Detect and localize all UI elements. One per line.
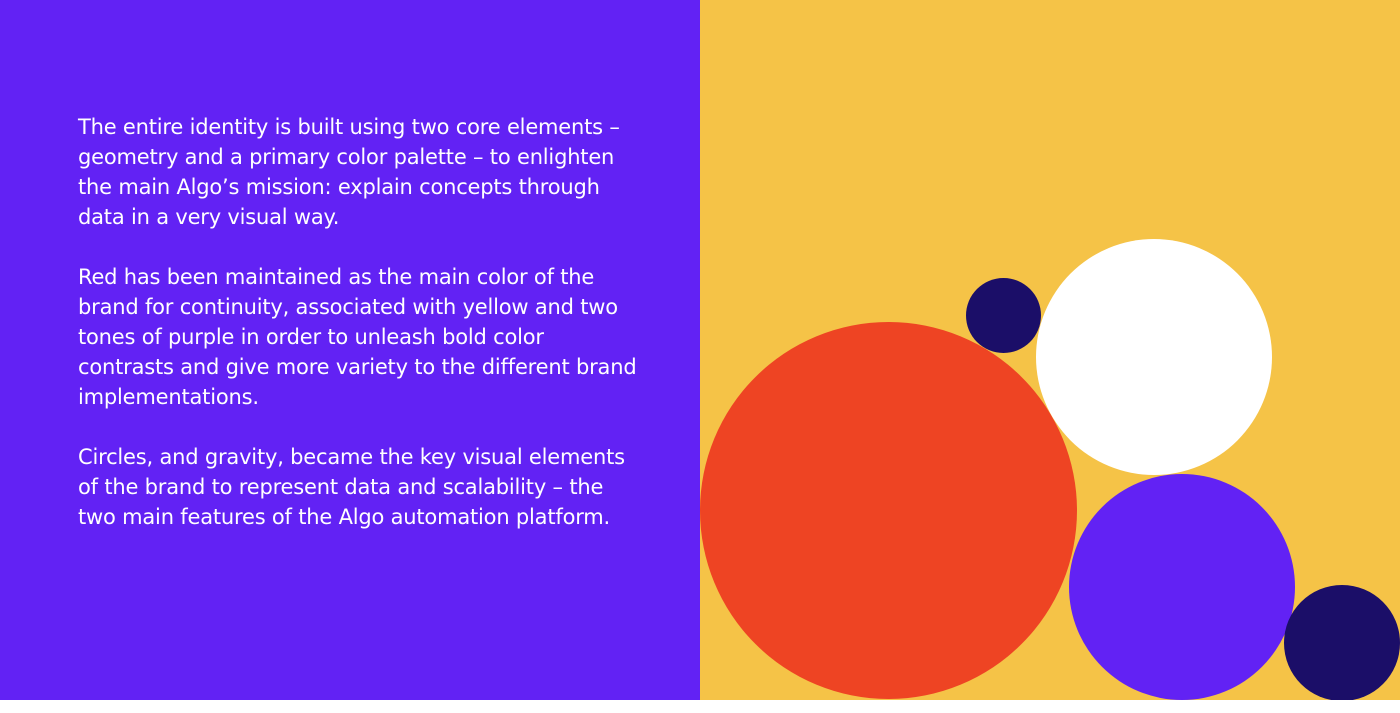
circles-panel: [700, 0, 1400, 700]
text-panel: The entire identity is built using two c…: [0, 0, 700, 700]
paragraph-circles: Circles, and gravity, became the key vis…: [78, 445, 625, 529]
small-navy-circle: [966, 278, 1041, 353]
paragraph-identity: The entire identity is built using two c…: [78, 115, 620, 229]
bottom-navy-circle: [1284, 585, 1400, 700]
bottom-strip: [0, 700, 1400, 713]
body-text: The entire identity is built using two c…: [78, 112, 638, 562]
page: The entire identity is built using two c…: [0, 0, 1400, 713]
purple-circle: [1069, 474, 1295, 700]
red-circle: [700, 322, 1077, 699]
paragraph-color: Red has been maintained as the main colo…: [78, 265, 637, 409]
white-circle: [1036, 239, 1272, 475]
